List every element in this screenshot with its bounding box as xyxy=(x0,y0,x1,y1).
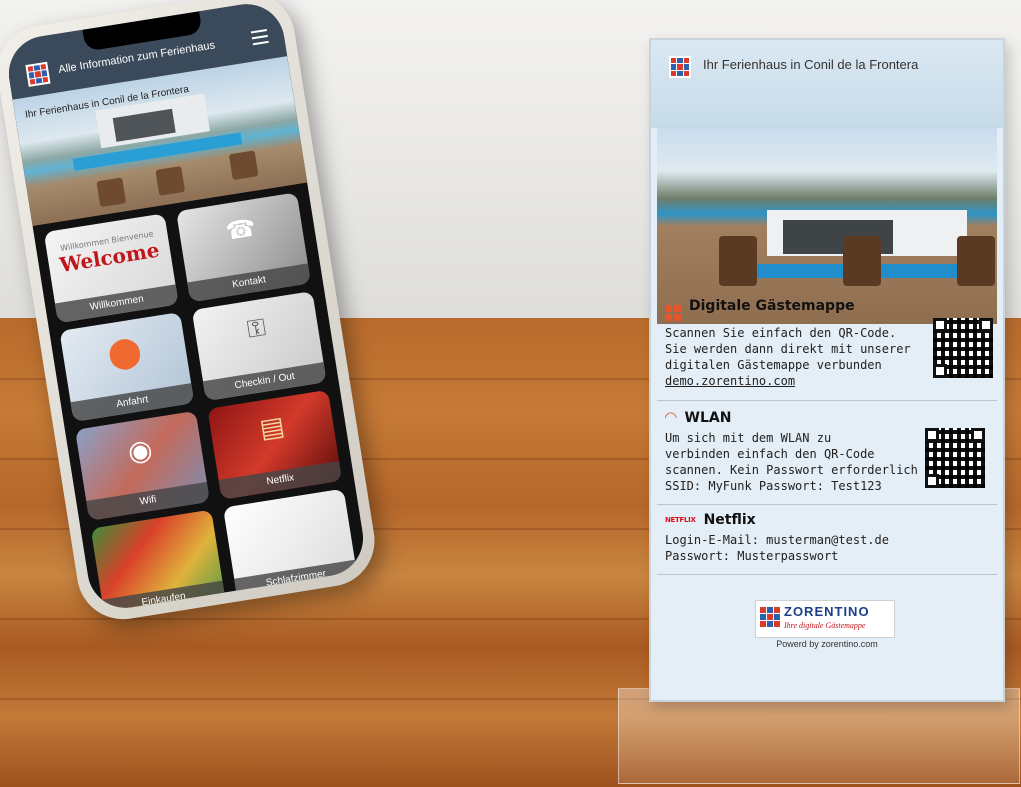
photo-stump xyxy=(957,236,995,286)
wifi-icon: ◠ xyxy=(665,408,677,426)
section-divider xyxy=(657,504,997,505)
wlan-heading: ◠ WLAN xyxy=(665,408,995,426)
hero-stump xyxy=(228,150,259,181)
section-divider xyxy=(657,574,997,575)
tile-checkin-out[interactable]: ⚿ Checkin / Out xyxy=(191,291,327,402)
hero-stump xyxy=(155,166,186,196)
stand-logo-icon xyxy=(669,56,691,78)
netflix-body: Login-E-Mail: musterman@test.de Passwort… xyxy=(665,532,995,564)
welcome-word-cloud: Willkommen Bienvenue Welcome xyxy=(46,227,172,279)
hero-stump xyxy=(96,177,127,208)
grid-icon xyxy=(665,305,681,321)
netflix-title: Netflix xyxy=(703,512,756,528)
powered-by-text: Powerd by zorentino.com xyxy=(776,639,878,649)
brand-tagline: Ihre digitale Gästemappe xyxy=(784,621,866,630)
guestbook-title: Digitale Gästemappe xyxy=(689,298,855,314)
stand-header: Ihr Ferienhaus in Conil de la Frontera xyxy=(651,40,1003,128)
acrylic-stand-base xyxy=(618,688,1020,784)
tile-kontakt[interactable]: ☎ Kontakt xyxy=(176,192,311,303)
contact-phone-icon: ☎ xyxy=(223,213,258,246)
tile-anfahrt[interactable]: ⬤ Anfahrt xyxy=(59,312,195,422)
hamburger-menu-icon[interactable] xyxy=(250,28,269,46)
wlan-qr-code[interactable] xyxy=(925,428,985,488)
guestbook-qr-code[interactable] xyxy=(933,318,993,378)
info-stand-card: Ihr Ferienhaus in Conil de la Frontera D… xyxy=(649,38,1005,702)
netflix-line: Passwort: Musterpasswort xyxy=(665,549,839,563)
section-divider xyxy=(657,400,997,401)
tile-schlafzimmer[interactable]: Schlafzimmer xyxy=(223,488,358,599)
tile-netflix[interactable]: ▤ Netflix xyxy=(207,389,343,500)
tile-einkaufen[interactable]: Einkaufen xyxy=(90,509,226,614)
tile-willkommen[interactable]: Willkommen Bienvenue Welcome Willkommen xyxy=(43,213,179,324)
map-pin-icon: ⬤ xyxy=(105,332,144,373)
section-netflix: NETFLIX Netflix Login-E-Mail: musterman@t… xyxy=(665,512,995,564)
netflix-logo-icon: NETFLIX xyxy=(665,516,696,524)
wifi-icon: ◉ xyxy=(125,432,155,469)
photo-stump xyxy=(719,236,757,286)
app-logo-icon[interactable] xyxy=(25,61,51,87)
stand-title: Ihr Ferienhaus in Conil de la Frontera xyxy=(703,57,919,72)
key-icon: ⚿ xyxy=(245,313,268,344)
popcorn-icon: ▤ xyxy=(257,411,287,445)
zorentino-logo: ZORENTINO Ihre digitale Gästemappe xyxy=(755,600,895,638)
zorentino-logo-icon xyxy=(760,607,780,627)
stand-house-photo xyxy=(657,128,997,324)
wlan-title: WLAN xyxy=(684,410,732,426)
netflix-heading: NETFLIX Netflix xyxy=(665,512,995,528)
netflix-line: Login-E-Mail: musterman@test.de xyxy=(665,533,889,547)
photo-stump xyxy=(843,236,881,286)
tile-wifi[interactable]: ◉ Wifi xyxy=(75,410,210,521)
brand-name: ZORENTINO xyxy=(784,604,870,619)
